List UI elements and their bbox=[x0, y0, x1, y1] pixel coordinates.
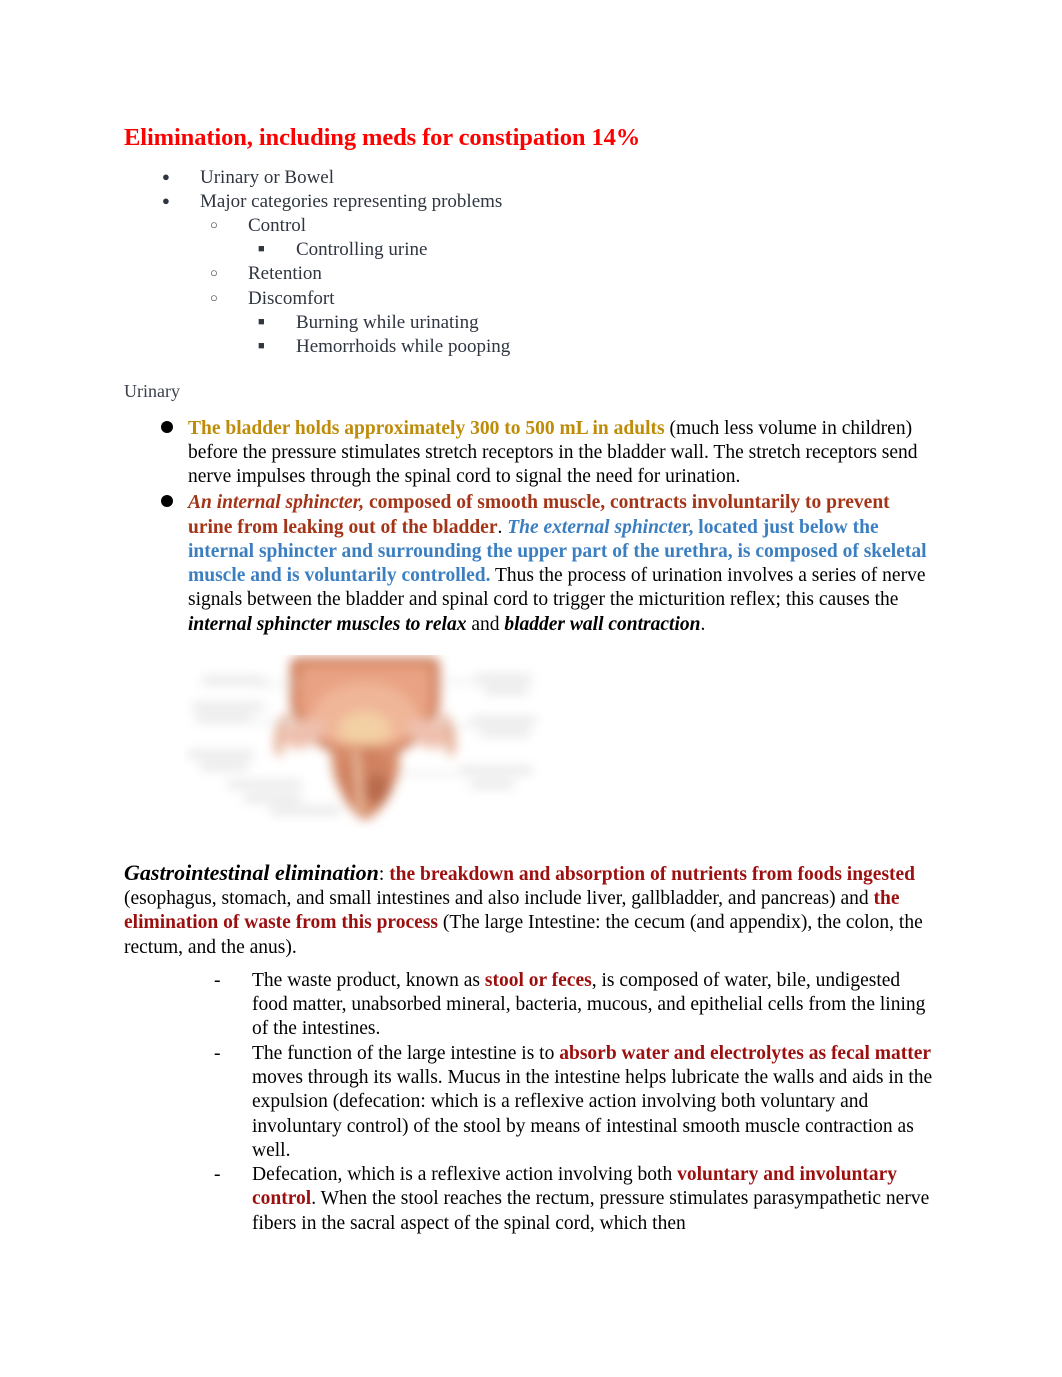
list-item: Retention bbox=[210, 262, 935, 286]
figure-label-box bbox=[192, 702, 264, 710]
internal-sphincter-term: An internal sphincter, bbox=[188, 492, 365, 514]
figure-label-box bbox=[196, 714, 252, 722]
list-item: Urinary or Bowel bbox=[162, 166, 935, 190]
list-item: Discomfort bbox=[210, 287, 935, 311]
list-item: Controlling urine bbox=[258, 238, 935, 262]
bullet-square-icon bbox=[258, 238, 296, 262]
figure-label-box bbox=[202, 676, 264, 684]
dash-marker-icon: - bbox=[214, 1164, 221, 1186]
bullet-square-icon bbox=[258, 311, 296, 335]
internal-sphincter-relax-emphasis: internal sphincter muscles to relax bbox=[188, 613, 467, 635]
outline-label: Urinary or Bowel bbox=[200, 166, 335, 188]
figure-label-box bbox=[228, 780, 302, 788]
list-item: Control bbox=[210, 214, 935, 238]
bullet-circle-icon bbox=[210, 287, 248, 311]
gi-item-plain-2: . When the stool reaches the rectum, pre… bbox=[252, 1188, 930, 1234]
figure-label-box bbox=[460, 766, 532, 774]
figure-leader-line bbox=[254, 720, 296, 723]
bullet-square-icon bbox=[258, 335, 296, 359]
bladder-prostate-anatomy-diagram bbox=[184, 654, 544, 833]
figure-label-box bbox=[472, 716, 536, 724]
bullet-disc-icon bbox=[161, 495, 173, 508]
outline-label: Control bbox=[248, 215, 307, 237]
anatomy-illustration bbox=[184, 654, 544, 833]
bullet-disc-icon bbox=[162, 166, 200, 190]
figure-label-box bbox=[476, 674, 532, 682]
document-page: Elimination, including meds for constipa… bbox=[0, 0, 1062, 1377]
gastrointestinal-dash-list: - The waste product, known as stool or f… bbox=[124, 969, 935, 1236]
outline-label: Controlling urine bbox=[296, 239, 428, 261]
gastrointestinal-paragraph: Gastrointestinal elimination: the breakd… bbox=[124, 859, 935, 960]
dash-marker-icon: - bbox=[214, 1042, 221, 1064]
figure-label-box bbox=[470, 780, 514, 788]
figure-label-box bbox=[244, 794, 302, 802]
gi-item-plain-1: The waste product, known as bbox=[252, 969, 485, 991]
figure-leader-line bbox=[442, 680, 482, 683]
bullet-circle-icon bbox=[210, 214, 248, 238]
figure-label-box bbox=[270, 806, 340, 814]
outline-label: Retention bbox=[248, 263, 322, 285]
section-label-urinary: Urinary bbox=[124, 380, 180, 401]
list-item: - Defecation, which is a reflexive actio… bbox=[124, 1163, 935, 1236]
figure-label-box bbox=[484, 686, 528, 694]
figure-leader-line bbox=[440, 724, 476, 727]
figure-label-box bbox=[200, 762, 248, 770]
final-period: . bbox=[700, 613, 706, 635]
bladder-capacity-highlight: The bladder holds approximately 300 to 5… bbox=[188, 417, 665, 439]
outline-list: Urinary or Bowel Major categories repres… bbox=[124, 166, 935, 359]
list-item: - The function of the large intestine is… bbox=[124, 1042, 935, 1163]
micturition-text-2: and bbox=[466, 613, 505, 635]
list-item: - The waste product, known as stool or f… bbox=[124, 969, 935, 1042]
figure-label-box bbox=[480, 728, 530, 736]
list-item: Burning while urinating bbox=[258, 311, 935, 335]
dash-marker-icon: - bbox=[214, 969, 221, 991]
outline-label: Discomfort bbox=[248, 287, 335, 309]
figure-label-box bbox=[188, 750, 254, 758]
gi-plain-1: (esophagus, stomach, and small intestine… bbox=[124, 888, 874, 910]
figure-leader-line bbox=[258, 682, 302, 685]
gi-red-highlight-1: the breakdown and absorption of nutrient… bbox=[384, 863, 916, 885]
list-item: Major categories representing problems bbox=[162, 190, 935, 214]
outline-label: Hemorrhoids while pooping bbox=[296, 335, 511, 357]
bullet-disc-icon bbox=[162, 190, 200, 214]
sentence-period: . bbox=[497, 516, 508, 538]
gi-item-plain-1: The function of the large intestine is t… bbox=[252, 1042, 560, 1064]
outline-label: Major categories representing problems bbox=[200, 191, 503, 213]
urinary-body-list: The bladder holds approximately 300 to 5… bbox=[124, 417, 935, 637]
figure-leader-line bbox=[400, 772, 460, 775]
bladder-wall-contraction-emphasis: bladder wall contraction bbox=[504, 613, 701, 635]
outline-label: Burning while urinating bbox=[296, 311, 479, 333]
list-item: Hemorrhoids while pooping bbox=[258, 335, 935, 359]
gi-heading: Gastrointestinal elimination bbox=[124, 859, 379, 885]
list-item: The bladder holds approximately 300 to 5… bbox=[124, 417, 935, 490]
gi-item-red: absorb water and electrolytes as fecal m… bbox=[559, 1042, 932, 1064]
page-title: Elimination, including meds for constipa… bbox=[124, 124, 641, 151]
gi-item-red: stool or feces bbox=[484, 969, 592, 991]
external-sphincter-term: The external sphincte bbox=[507, 516, 682, 538]
bullet-disc-icon bbox=[161, 420, 173, 433]
bullet-circle-icon bbox=[210, 262, 248, 286]
list-item: An internal sphincter, composed of smoot… bbox=[124, 491, 935, 637]
gi-item-plain-2: moves through its walls. Mucus in the in… bbox=[252, 1067, 933, 1161]
gi-item-plain-1: Defecation, which is a reflexive action … bbox=[252, 1164, 678, 1186]
